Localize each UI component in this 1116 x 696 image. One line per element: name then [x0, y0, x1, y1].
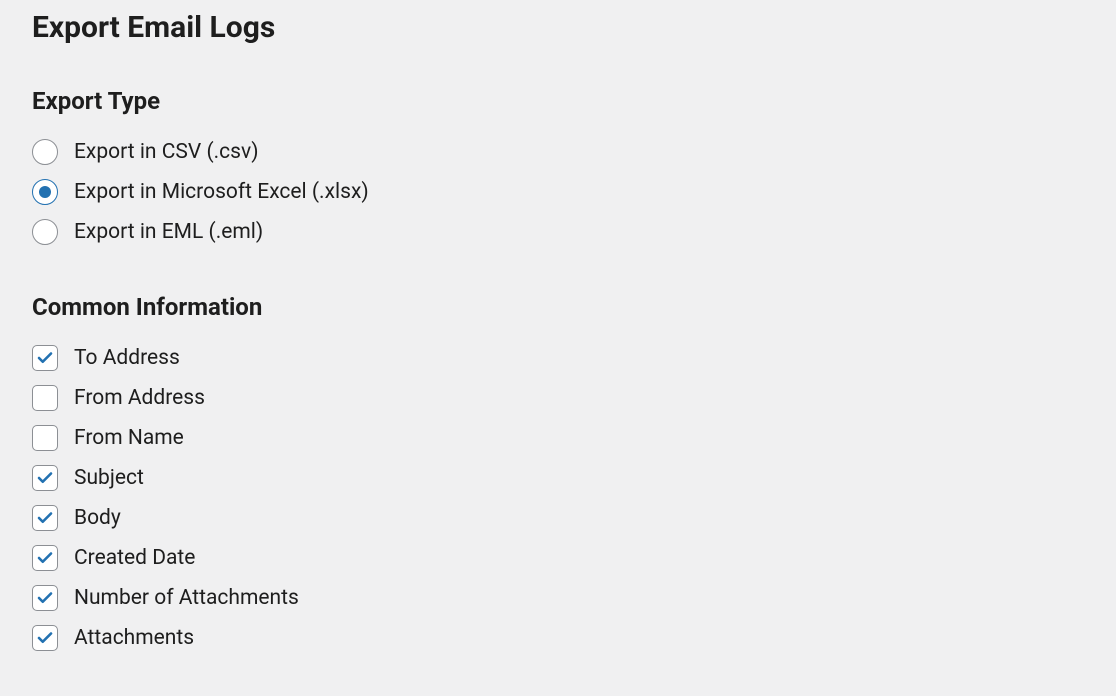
common-info-checkbox[interactable]	[32, 505, 58, 531]
common-info-checkbox[interactable]	[32, 425, 58, 451]
export-type-heading: Export Type	[32, 87, 1084, 115]
common-info-option: Number of Attachments	[32, 585, 1084, 611]
export-type-radio[interactable]	[32, 219, 58, 245]
common-info-option: Created Date	[32, 545, 1084, 571]
common-information-options: To Address From Address From Name Subject Bo…	[32, 345, 1084, 651]
common-info-option: Attachments	[32, 625, 1084, 651]
common-info-option: From Name	[32, 425, 1084, 451]
common-info-label[interactable]: Created Date	[74, 546, 195, 570]
common-info-option: From Address	[32, 385, 1084, 411]
export-type-label[interactable]: Export in CSV (.csv)	[74, 140, 259, 164]
export-type-radio[interactable]	[32, 139, 58, 165]
common-info-label[interactable]: From Name	[74, 426, 184, 450]
export-type-options: Export in CSV (.csv) Export in Microsoft …	[32, 139, 1084, 245]
common-info-option: Subject	[32, 465, 1084, 491]
common-info-checkbox[interactable]	[32, 465, 58, 491]
export-type-option: Export in EML (.eml)	[32, 219, 1084, 245]
common-info-checkbox[interactable]	[32, 625, 58, 651]
common-info-label[interactable]: Subject	[74, 466, 144, 490]
export-type-label[interactable]: Export in EML (.eml)	[74, 220, 263, 244]
export-type-label[interactable]: Export in Microsoft Excel (.xlsx)	[74, 180, 369, 204]
common-info-label[interactable]: To Address	[74, 346, 180, 370]
common-information-section: Common Information To Address From Addres…	[32, 293, 1084, 651]
export-type-option: Export in Microsoft Excel (.xlsx)	[32, 179, 1084, 205]
common-info-checkbox[interactable]	[32, 545, 58, 571]
common-info-checkbox[interactable]	[32, 385, 58, 411]
common-info-checkbox[interactable]	[32, 345, 58, 371]
common-info-label[interactable]: From Address	[74, 386, 205, 410]
export-type-radio[interactable]	[32, 179, 58, 205]
common-info-label[interactable]: Attachments	[74, 626, 194, 650]
common-info-label[interactable]: Number of Attachments	[74, 586, 299, 610]
common-info-checkbox[interactable]	[32, 585, 58, 611]
page-title: Export Email Logs	[32, 10, 1084, 45]
export-type-section: Export Type Export in CSV (.csv)Export i…	[32, 87, 1084, 245]
common-info-option: Body	[32, 505, 1084, 531]
common-info-option: To Address	[32, 345, 1084, 371]
export-type-option: Export in CSV (.csv)	[32, 139, 1084, 165]
common-information-heading: Common Information	[32, 293, 1084, 321]
common-info-label[interactable]: Body	[74, 506, 121, 530]
